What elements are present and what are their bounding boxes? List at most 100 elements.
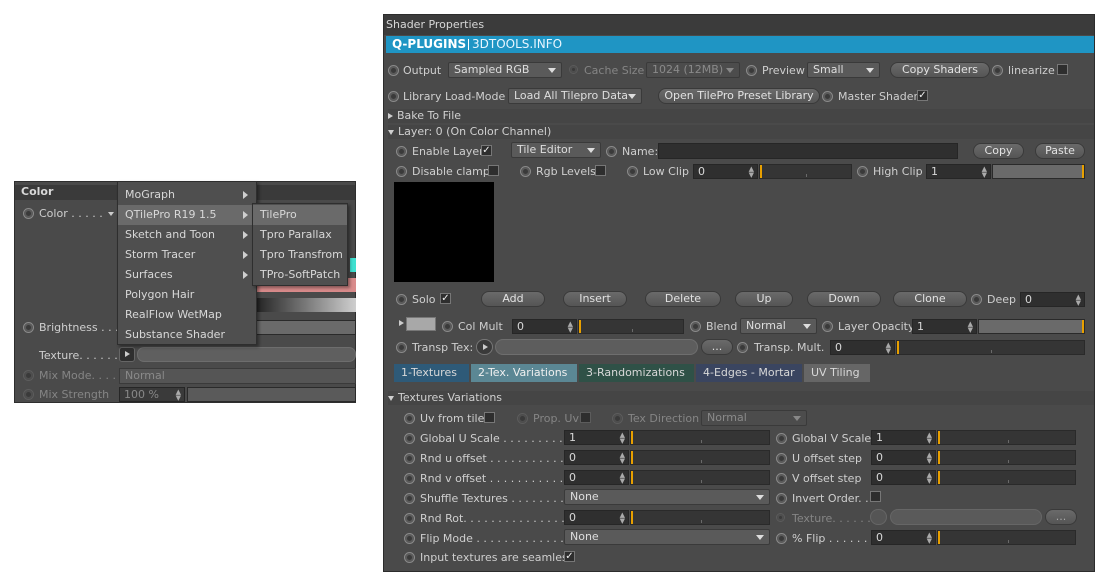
shuffle-dropdown[interactable]: None	[564, 489, 770, 505]
clone-button[interactable]: Clone	[893, 291, 967, 307]
slider-marker[interactable]	[631, 471, 633, 484]
disable-clamp-checkbox[interactable]	[488, 165, 499, 176]
slider-marker[interactable]	[631, 431, 633, 444]
layer-opacity-radio[interactable]	[822, 321, 833, 332]
spin-arrows-icon[interactable]: ▲ ▼	[982, 166, 987, 179]
shuffle-radio[interactable]	[404, 493, 415, 504]
tab-tex-variations[interactable]: 2-Tex. Variations	[471, 364, 577, 382]
linearize-checkbox[interactable]	[1057, 64, 1068, 75]
rnd-v-radio[interactable]	[404, 473, 415, 484]
transp-mult-field[interactable]: 0 ▲ ▼	[830, 340, 895, 355]
insert-button[interactable]: Insert	[563, 291, 627, 307]
tab-textures[interactable]: 1-Textures	[394, 364, 469, 382]
menu-item-polygon-hair[interactable]: Polygon Hair	[118, 285, 256, 305]
spin-arrows-icon[interactable]: ▲ ▼	[620, 432, 625, 445]
texture-menu-button[interactable]	[870, 509, 887, 525]
global-v-field[interactable]: 1 ▲ ▼	[871, 430, 936, 445]
rnd-u-slider[interactable]	[630, 450, 770, 465]
u-offset-slider[interactable]	[937, 450, 1076, 465]
transp-tex-browse-button[interactable]: ...	[701, 339, 733, 355]
uv-from-tile-checkbox[interactable]	[484, 412, 495, 423]
v-offset-slider[interactable]	[937, 470, 1076, 485]
submenu-item-parallax[interactable]: Tpro Parallax	[253, 225, 347, 245]
preview-radio[interactable]	[746, 65, 757, 76]
rnd-rot-radio[interactable]	[404, 513, 415, 524]
low-clip-radio[interactable]	[627, 166, 638, 177]
tab-edges-mortar[interactable]: 4-Edges - Mortar	[696, 364, 802, 382]
menu-item-qtilepro[interactable]: QTilePro R19 1.5	[118, 205, 256, 225]
prop-uv-radio[interactable]	[517, 413, 528, 424]
tex-direction-radio[interactable]	[612, 413, 623, 424]
v-offset-radio[interactable]	[776, 473, 787, 484]
rnd-u-field[interactable]: 0 ▲ ▼	[564, 450, 629, 465]
spin-arrows-icon[interactable]: ▲ ▼	[620, 452, 625, 465]
menu-item-storm-tracer[interactable]: Storm Tracer	[118, 245, 256, 265]
slider-marker[interactable]	[938, 531, 940, 544]
submenu-item-transfrom[interactable]: Tpro Transfrom	[253, 245, 347, 265]
texture-field[interactable]	[137, 347, 356, 362]
layer-opacity-slider[interactable]	[978, 319, 1085, 334]
brightness-slider[interactable]	[255, 320, 356, 335]
copy-shaders-button[interactable]: Copy Shaders	[890, 62, 990, 78]
linearize-radio[interactable]	[992, 65, 1003, 76]
spin-arrows-icon[interactable]: ▲ ▼	[1076, 294, 1081, 307]
solo-radio[interactable]	[396, 294, 407, 305]
slider-marker[interactable]	[631, 451, 633, 464]
global-u-radio[interactable]	[404, 433, 415, 444]
bake-section-header[interactable]: Bake To File	[388, 109, 1094, 123]
submenu-item-tilepro[interactable]: TilePro	[253, 205, 347, 225]
cache-radio[interactable]	[569, 65, 578, 74]
mix-mode-radio[interactable]	[23, 370, 34, 381]
library-dropdown[interactable]: Load All Tilepro Data	[508, 88, 642, 104]
invert-order-radio[interactable]	[776, 493, 787, 504]
tab-uv-tiling[interactable]: UV Tiling	[804, 364, 870, 382]
slider-marker[interactable]	[760, 165, 762, 178]
low-clip-slider[interactable]	[759, 164, 852, 179]
menu-item-realflow[interactable]: RealFlow WetMap	[118, 305, 256, 325]
open-library-button[interactable]: Open TilePro Preset Library	[658, 88, 820, 104]
u-offset-radio[interactable]	[776, 453, 787, 464]
down-button[interactable]: Down	[807, 291, 881, 307]
preview-dropdown[interactable]: Small	[807, 62, 880, 78]
blend-dropdown[interactable]: Normal	[740, 318, 817, 334]
col-mult-radio[interactable]	[442, 321, 453, 332]
invert-order-checkbox[interactable]	[870, 491, 881, 502]
slider-marker[interactable]	[938, 471, 940, 484]
texture-browse-button[interactable]: ...	[1045, 509, 1077, 525]
spin-arrows-icon[interactable]: ▲ ▼	[749, 166, 754, 179]
col-mult-slider[interactable]	[578, 319, 684, 334]
rnd-rot-slider[interactable]	[630, 510, 770, 525]
rgb-levels-radio[interactable]	[520, 166, 531, 177]
spin-arrows-icon[interactable]: ▲ ▼	[620, 472, 625, 485]
seamless-checkbox[interactable]: ✓	[564, 551, 575, 562]
output-radio[interactable]	[388, 65, 399, 76]
menu-item-sketch-toon[interactable]: Sketch and Toon	[118, 225, 256, 245]
disable-clamp-radio[interactable]	[396, 166, 407, 177]
solo-checkbox[interactable]: ✓	[440, 293, 451, 304]
global-u-slider[interactable]	[630, 430, 770, 445]
high-clip-radio[interactable]	[857, 166, 868, 177]
spin-arrows-icon[interactable]: ▲ ▼	[927, 532, 932, 545]
spin-arrows-icon[interactable]: ▲ ▼	[927, 472, 932, 485]
brightness-radio[interactable]	[23, 322, 34, 333]
texture-field[interactable]	[890, 509, 1042, 525]
u-offset-field[interactable]: 0 ▲ ▼	[871, 450, 936, 465]
transp-mult-radio[interactable]	[737, 342, 748, 353]
name-radio[interactable]	[606, 146, 617, 157]
transp-mult-slider[interactable]	[896, 340, 1085, 355]
delete-button[interactable]: Delete	[645, 291, 721, 307]
global-v-slider[interactable]	[937, 430, 1076, 445]
transp-tex-field[interactable]	[495, 339, 698, 355]
deep-radio[interactable]	[971, 294, 982, 305]
tile-editor-dropdown[interactable]: Tile Editor	[511, 142, 601, 158]
pct-flip-field[interactable]: 0 ▲ ▼	[871, 530, 936, 545]
variations-section-header[interactable]: Textures Variations	[388, 391, 1094, 405]
enable-layer-radio[interactable]	[396, 146, 407, 157]
slider-marker[interactable]	[938, 451, 940, 464]
flip-mode-dropdown[interactable]: None	[564, 529, 770, 545]
spin-arrows-icon[interactable]: ▲ ▼	[620, 512, 625, 525]
uv-from-tile-radio[interactable]	[404, 413, 415, 424]
transp-tex-radio[interactable]	[396, 342, 407, 353]
name-input[interactable]	[658, 143, 958, 159]
layer-color-swatch[interactable]	[406, 317, 436, 331]
